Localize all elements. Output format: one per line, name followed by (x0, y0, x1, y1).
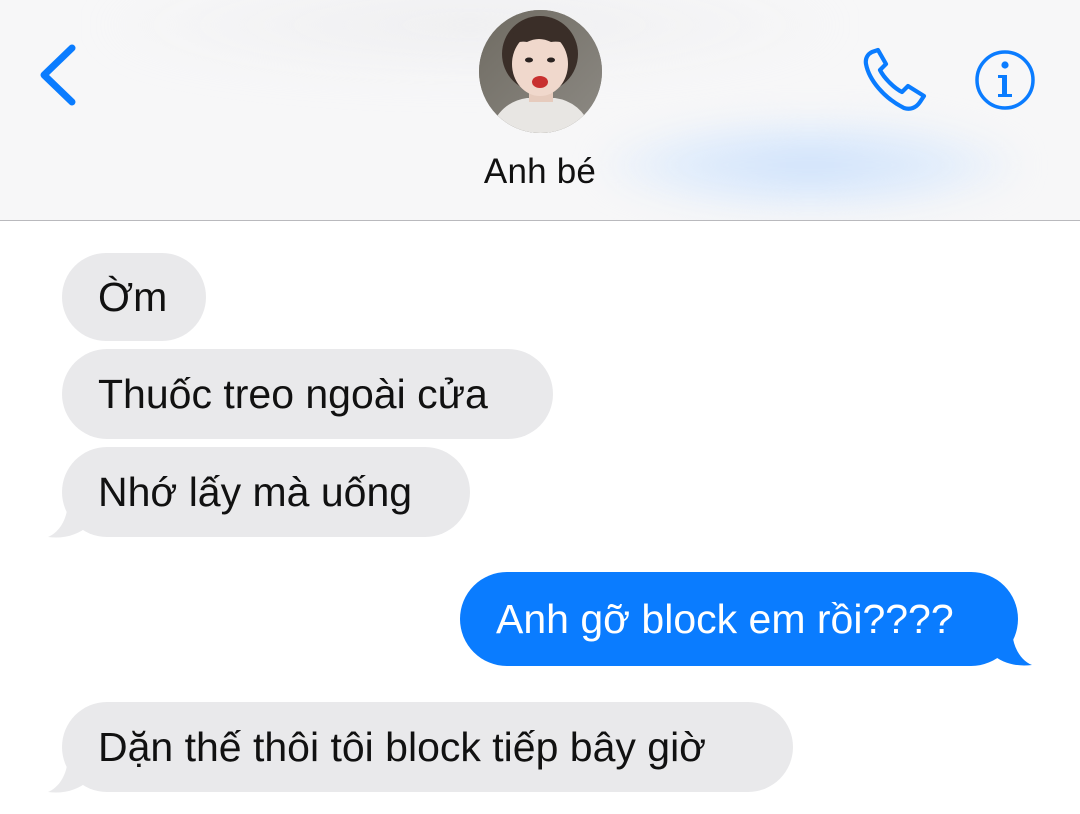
message-text: Nhớ lấy mà uống (98, 468, 413, 515)
bubble-tail (992, 628, 1032, 666)
avatar[interactable] (479, 10, 602, 133)
conversation-header: Anh bé (0, 0, 1080, 221)
bubble-tail (48, 500, 88, 538)
info-button[interactable] (973, 48, 1037, 112)
back-button[interactable] (34, 40, 84, 110)
message-bubble-incoming[interactable]: Ờm (62, 253, 206, 341)
messages-screen: Anh bé Ờm Thuốc treo ngoài cửa Nhớ lấy m… (0, 0, 1080, 814)
message-text: Ờm (98, 273, 168, 320)
message-bubble-incoming[interactable]: Dặn thế thôi tôi block tiếp bây giờ (62, 702, 793, 792)
contact-name[interactable]: Anh bé (380, 152, 700, 192)
message-bubble-outgoing[interactable]: Anh gỡ block em rồi???? (460, 572, 1018, 666)
message-text: Dặn thế thôi tôi block tiếp bây giờ (98, 723, 707, 770)
message-text: Thuốc treo ngoài cửa (98, 370, 488, 417)
call-button[interactable] (860, 46, 932, 114)
info-icon (975, 50, 1035, 110)
message-text: Anh gỡ block em rồi???? (496, 595, 954, 642)
phone-icon (863, 47, 927, 111)
bubble-tail (48, 755, 88, 793)
message-bubble-incoming[interactable]: Thuốc treo ngoài cửa (62, 349, 553, 439)
blur-overlay (90, 0, 850, 80)
chevron-left-icon (40, 44, 76, 106)
avatar-image (479, 10, 602, 133)
message-bubble-incoming[interactable]: Nhớ lấy mà uống (62, 447, 470, 537)
